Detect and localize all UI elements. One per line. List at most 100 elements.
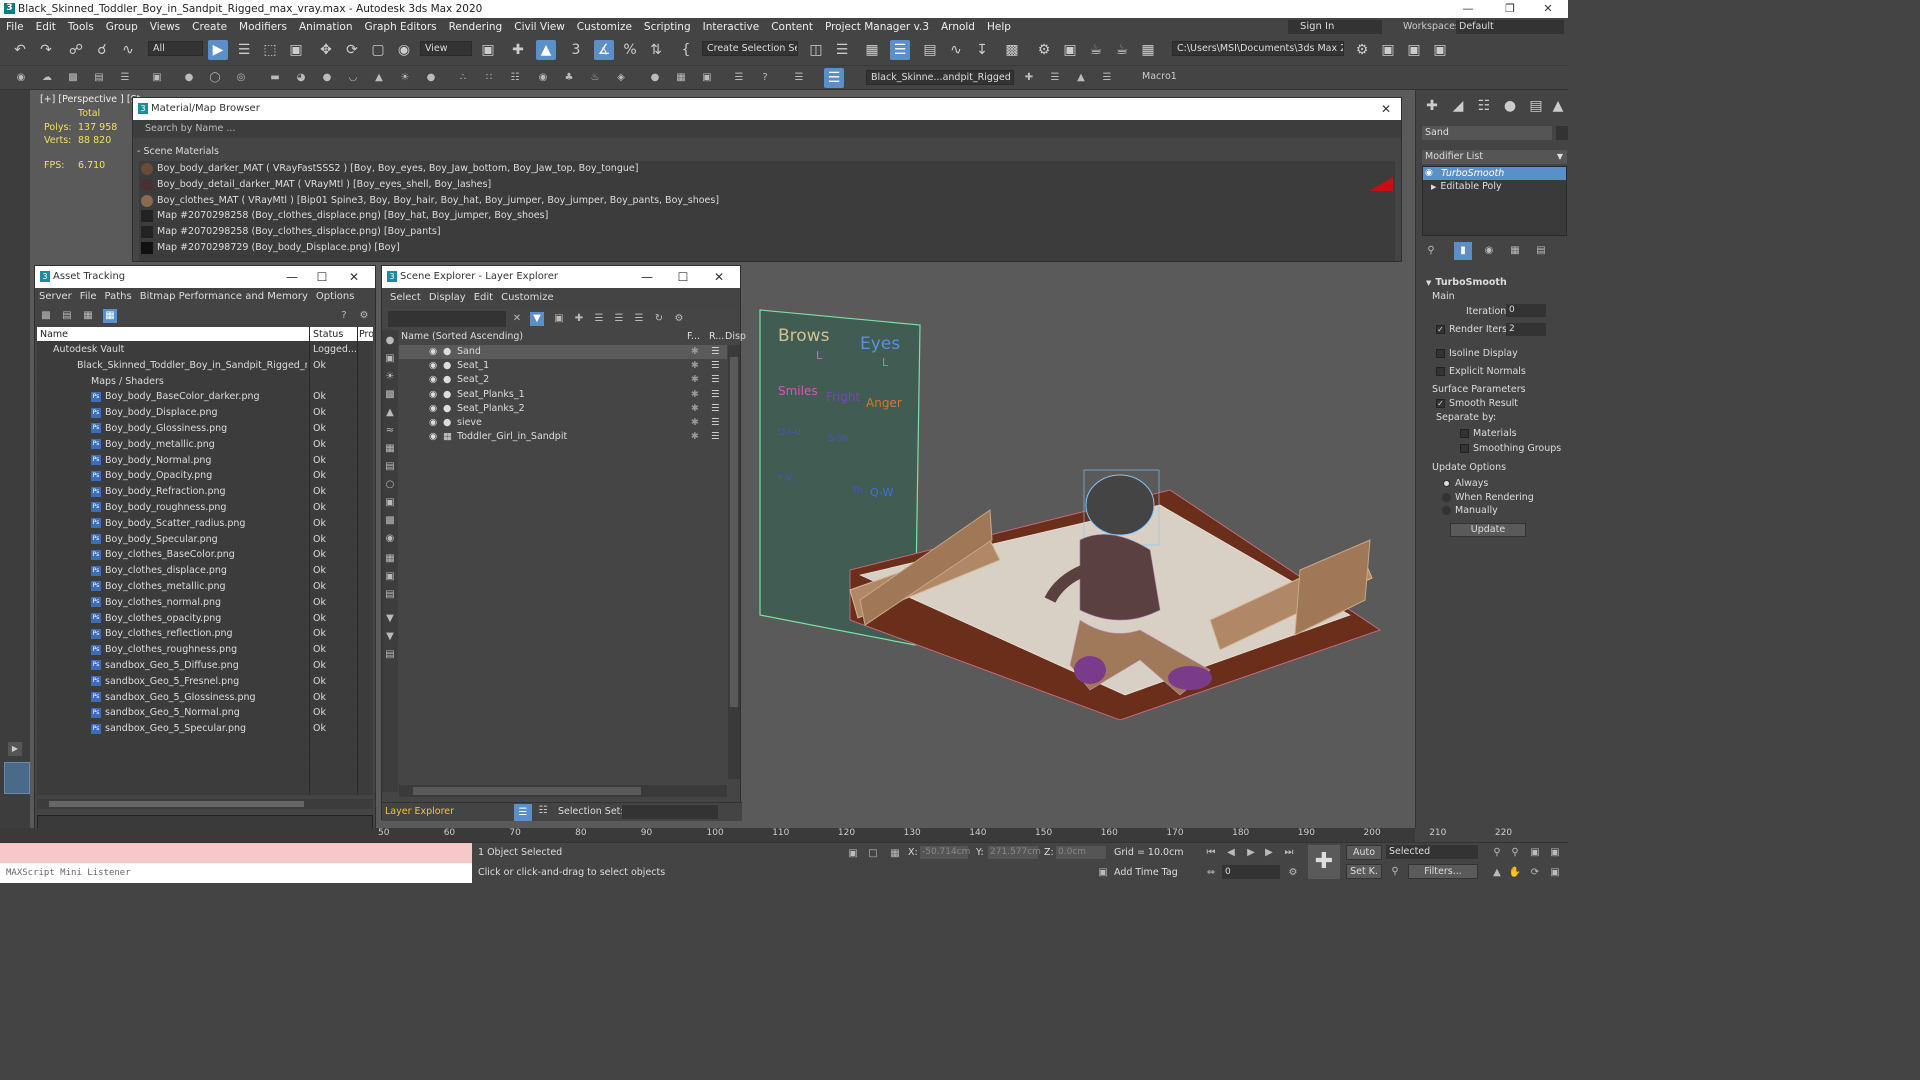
filter-a-icon[interactable]: ▼ <box>383 612 397 626</box>
display-shapes-icon[interactable]: ▣ <box>383 352 397 366</box>
layer-row[interactable]: ◉ ● Seat_Planks_1 ✱ ☰ <box>399 388 727 402</box>
minimize-icon[interactable]: — <box>632 266 662 288</box>
column-render[interactable]: R... <box>709 330 724 344</box>
column-freeze[interactable]: F... <box>687 330 700 344</box>
key-filters-button[interactable]: Filters... <box>1408 864 1478 879</box>
leaf-icon[interactable]: ♣ <box>562 71 576 85</box>
absolute-mode-icon[interactable]: ▦ <box>888 847 902 861</box>
layer-mode-icon[interactable]: ☰ <box>514 804 532 821</box>
viewport-label[interactable]: [+] [Perspective ] [St <box>40 94 140 105</box>
material-item[interactable]: Map #2070298258 (Boy_clothes_displace.pn… <box>139 224 1395 240</box>
display-spacewarps-icon[interactable]: ≈ <box>383 424 397 438</box>
asset-row-vault[interactable]: Autodesk Vault Logged... <box>37 342 373 358</box>
create-tab-icon[interactable]: ✚ <box>1422 96 1442 116</box>
key-mode-icon[interactable]: ⇔ <box>1204 866 1218 880</box>
when-rendering-radio[interactable] <box>1442 493 1451 502</box>
asset-row-file[interactable]: Ps Boy_body_BaseColor_darker.png Ok <box>37 389 373 406</box>
eye-icon[interactable]: ◉ <box>1425 167 1433 180</box>
viewport-layout-icon[interactable]: ▣ <box>1378 40 1398 60</box>
curve-editor-icon[interactable]: ∿ <box>946 40 966 60</box>
material-search-input[interactable]: Search by Name ... <box>133 120 1401 138</box>
auto-key-button[interactable]: Auto <box>1346 845 1382 860</box>
reference-coordinate-dropdown[interactable]: View <box>420 41 472 56</box>
list-icon[interactable]: ☰ <box>118 71 132 85</box>
menu-create[interactable]: Create <box>186 18 233 36</box>
cylinder-icon[interactable]: ◯ <box>208 71 222 85</box>
asset-row-file[interactable]: Ps Boy_body_Normal.png Ok <box>37 453 373 469</box>
column-name[interactable]: Name <box>40 327 68 342</box>
torus-icon[interactable]: ◎ <box>234 71 248 85</box>
x-coordinate-field[interactable]: -50.714cm <box>920 846 970 859</box>
window-crossing-icon[interactable]: ▣ <box>286 40 306 60</box>
project-folder-icon[interactable]: ⚙ <box>1352 40 1372 60</box>
current-frame-field[interactable]: 0 <box>1222 865 1280 879</box>
scene-render[interactable] <box>740 300 1400 740</box>
smoothing-groups-checkbox[interactable] <box>1460 444 1469 453</box>
collapse-icon[interactable]: ☰ <box>612 312 626 326</box>
asset-row-file[interactable]: Ps sandbox_Geo_5_Fresnel.png Ok <box>37 674 373 690</box>
create-selection-set-dropdown[interactable]: Create Selection Set <box>702 41 798 56</box>
pin-stack-icon[interactable]: ⚲ <box>1424 244 1438 258</box>
material-item[interactable]: Boy_clothes_MAT ( VRayMtl ) [Bip01 Spine… <box>139 193 1395 209</box>
smooth-result-row[interactable]: ✓ Smooth Result <box>1436 398 1518 409</box>
layer-row[interactable]: ◉ ● Seat_1 ✱ ☰ <box>399 359 727 373</box>
layer-toggle-icon[interactable]: ☰ <box>824 68 844 88</box>
display-containers-icon[interactable]: ▣ <box>383 496 397 510</box>
render-icon[interactable]: ☰ <box>711 345 720 359</box>
zoom-extents-icon[interactable]: ▣ <box>1528 846 1542 860</box>
close-icon[interactable]: ✕ <box>1528 0 1568 18</box>
layer-row[interactable]: ◉ ● Seat_2 ✱ ☰ <box>399 373 727 387</box>
asset-row-file[interactable]: Ps Boy_body_Opacity.png Ok <box>37 468 373 485</box>
next-frame-icon[interactable]: ▶ <box>1262 846 1276 860</box>
minimize-icon[interactable]: — <box>277 266 307 288</box>
asset-horizontal-scrollbar[interactable] <box>37 799 373 809</box>
help-icon[interactable]: ? <box>337 309 351 323</box>
set-current-layer-icon[interactable]: ☰ <box>1100 71 1114 85</box>
menu-animation[interactable]: Animation <box>293 18 359 36</box>
display-xrefs-icon[interactable]: ▤ <box>383 460 397 474</box>
menu-graph-editors[interactable]: Graph Editors <box>359 18 443 36</box>
asset-row-file[interactable]: Ps sandbox_Geo_5_Diffuse.png Ok <box>37 658 373 674</box>
unlink-icon[interactable]: ☌ <box>92 40 112 60</box>
asset-row-file[interactable]: Ps Boy_body_Displace.png Ok <box>37 405 373 421</box>
percent-snap-icon[interactable]: % <box>620 40 640 60</box>
display-invert-icon[interactable]: ▤ <box>383 588 397 602</box>
close-icon[interactable]: ✕ <box>1371 98 1401 120</box>
column-pro[interactable]: Pro <box>359 327 373 342</box>
viewport-layout-3-icon[interactable]: ▣ <box>1430 40 1450 60</box>
always-radio[interactable] <box>1442 479 1451 488</box>
table-view-icon[interactable]: ▦ <box>103 309 117 323</box>
material-item[interactable]: Boy_body_detail_darker_MAT ( VRayMtl ) [… <box>139 177 1395 193</box>
mirror-icon[interactable]: ◫ <box>806 40 826 60</box>
project-path-dropdown[interactable]: C:\Users\MSI\Documents\3ds Max 2020 <box>1172 41 1344 56</box>
maximize-icon[interactable]: ☐ <box>307 266 337 288</box>
asset-row-file[interactable]: Ps Boy_clothes_reflection.png Ok <box>37 626 373 643</box>
filter-icon[interactable]: ▼ <box>530 312 544 326</box>
grid-icon[interactable]: ▦ <box>81 309 95 323</box>
clear-search-icon[interactable]: ✕ <box>510 312 524 326</box>
key-icon[interactable]: ⚲ <box>1388 865 1402 879</box>
proxy-icon[interactable]: ◈ <box>614 71 628 85</box>
current-layer-dropdown[interactable]: Black_Skinne...andpit_Rigged <box>866 70 1014 85</box>
object-color-swatch[interactable] <box>1556 126 1568 140</box>
menu-tools[interactable]: Tools <box>62 18 100 36</box>
manually-radio[interactable] <box>1442 506 1451 515</box>
teapot-icon[interactable]: ▩ <box>66 71 80 85</box>
asset-row-file[interactable]: Ps Boy_body_Specular.png Ok <box>37 532 373 548</box>
workspaces-dropdown[interactable]: Default <box>1456 20 1564 34</box>
manually-row[interactable]: Manually <box>1442 505 1498 516</box>
key-filter-dropdown[interactable]: Selected <box>1386 845 1478 859</box>
new-layer-icon[interactable]: ✚ <box>572 312 586 326</box>
link-icon[interactable]: ☍ <box>66 40 86 60</box>
display-geometry-icon[interactable]: ● <box>383 334 397 348</box>
menu-edit[interactable]: Edit <box>470 292 497 303</box>
asset-row-folder[interactable]: Maps / Shaders <box>37 374 373 390</box>
asset-row-file[interactable]: Ps Boy_clothes_roughness.png Ok <box>37 642 373 658</box>
orbit-icon[interactable]: ⟳ <box>1528 866 1542 880</box>
menu-rendering[interactable]: Rendering <box>443 18 509 36</box>
place-icon[interactable]: ◉ <box>394 40 414 60</box>
make-unique-icon[interactable]: ◉ <box>1482 244 1496 258</box>
particles-icon[interactable]: ∴ <box>456 71 470 85</box>
visibility-eye-icon[interactable]: ◉ <box>429 359 437 373</box>
isoline-display-checkbox[interactable] <box>1436 349 1445 358</box>
